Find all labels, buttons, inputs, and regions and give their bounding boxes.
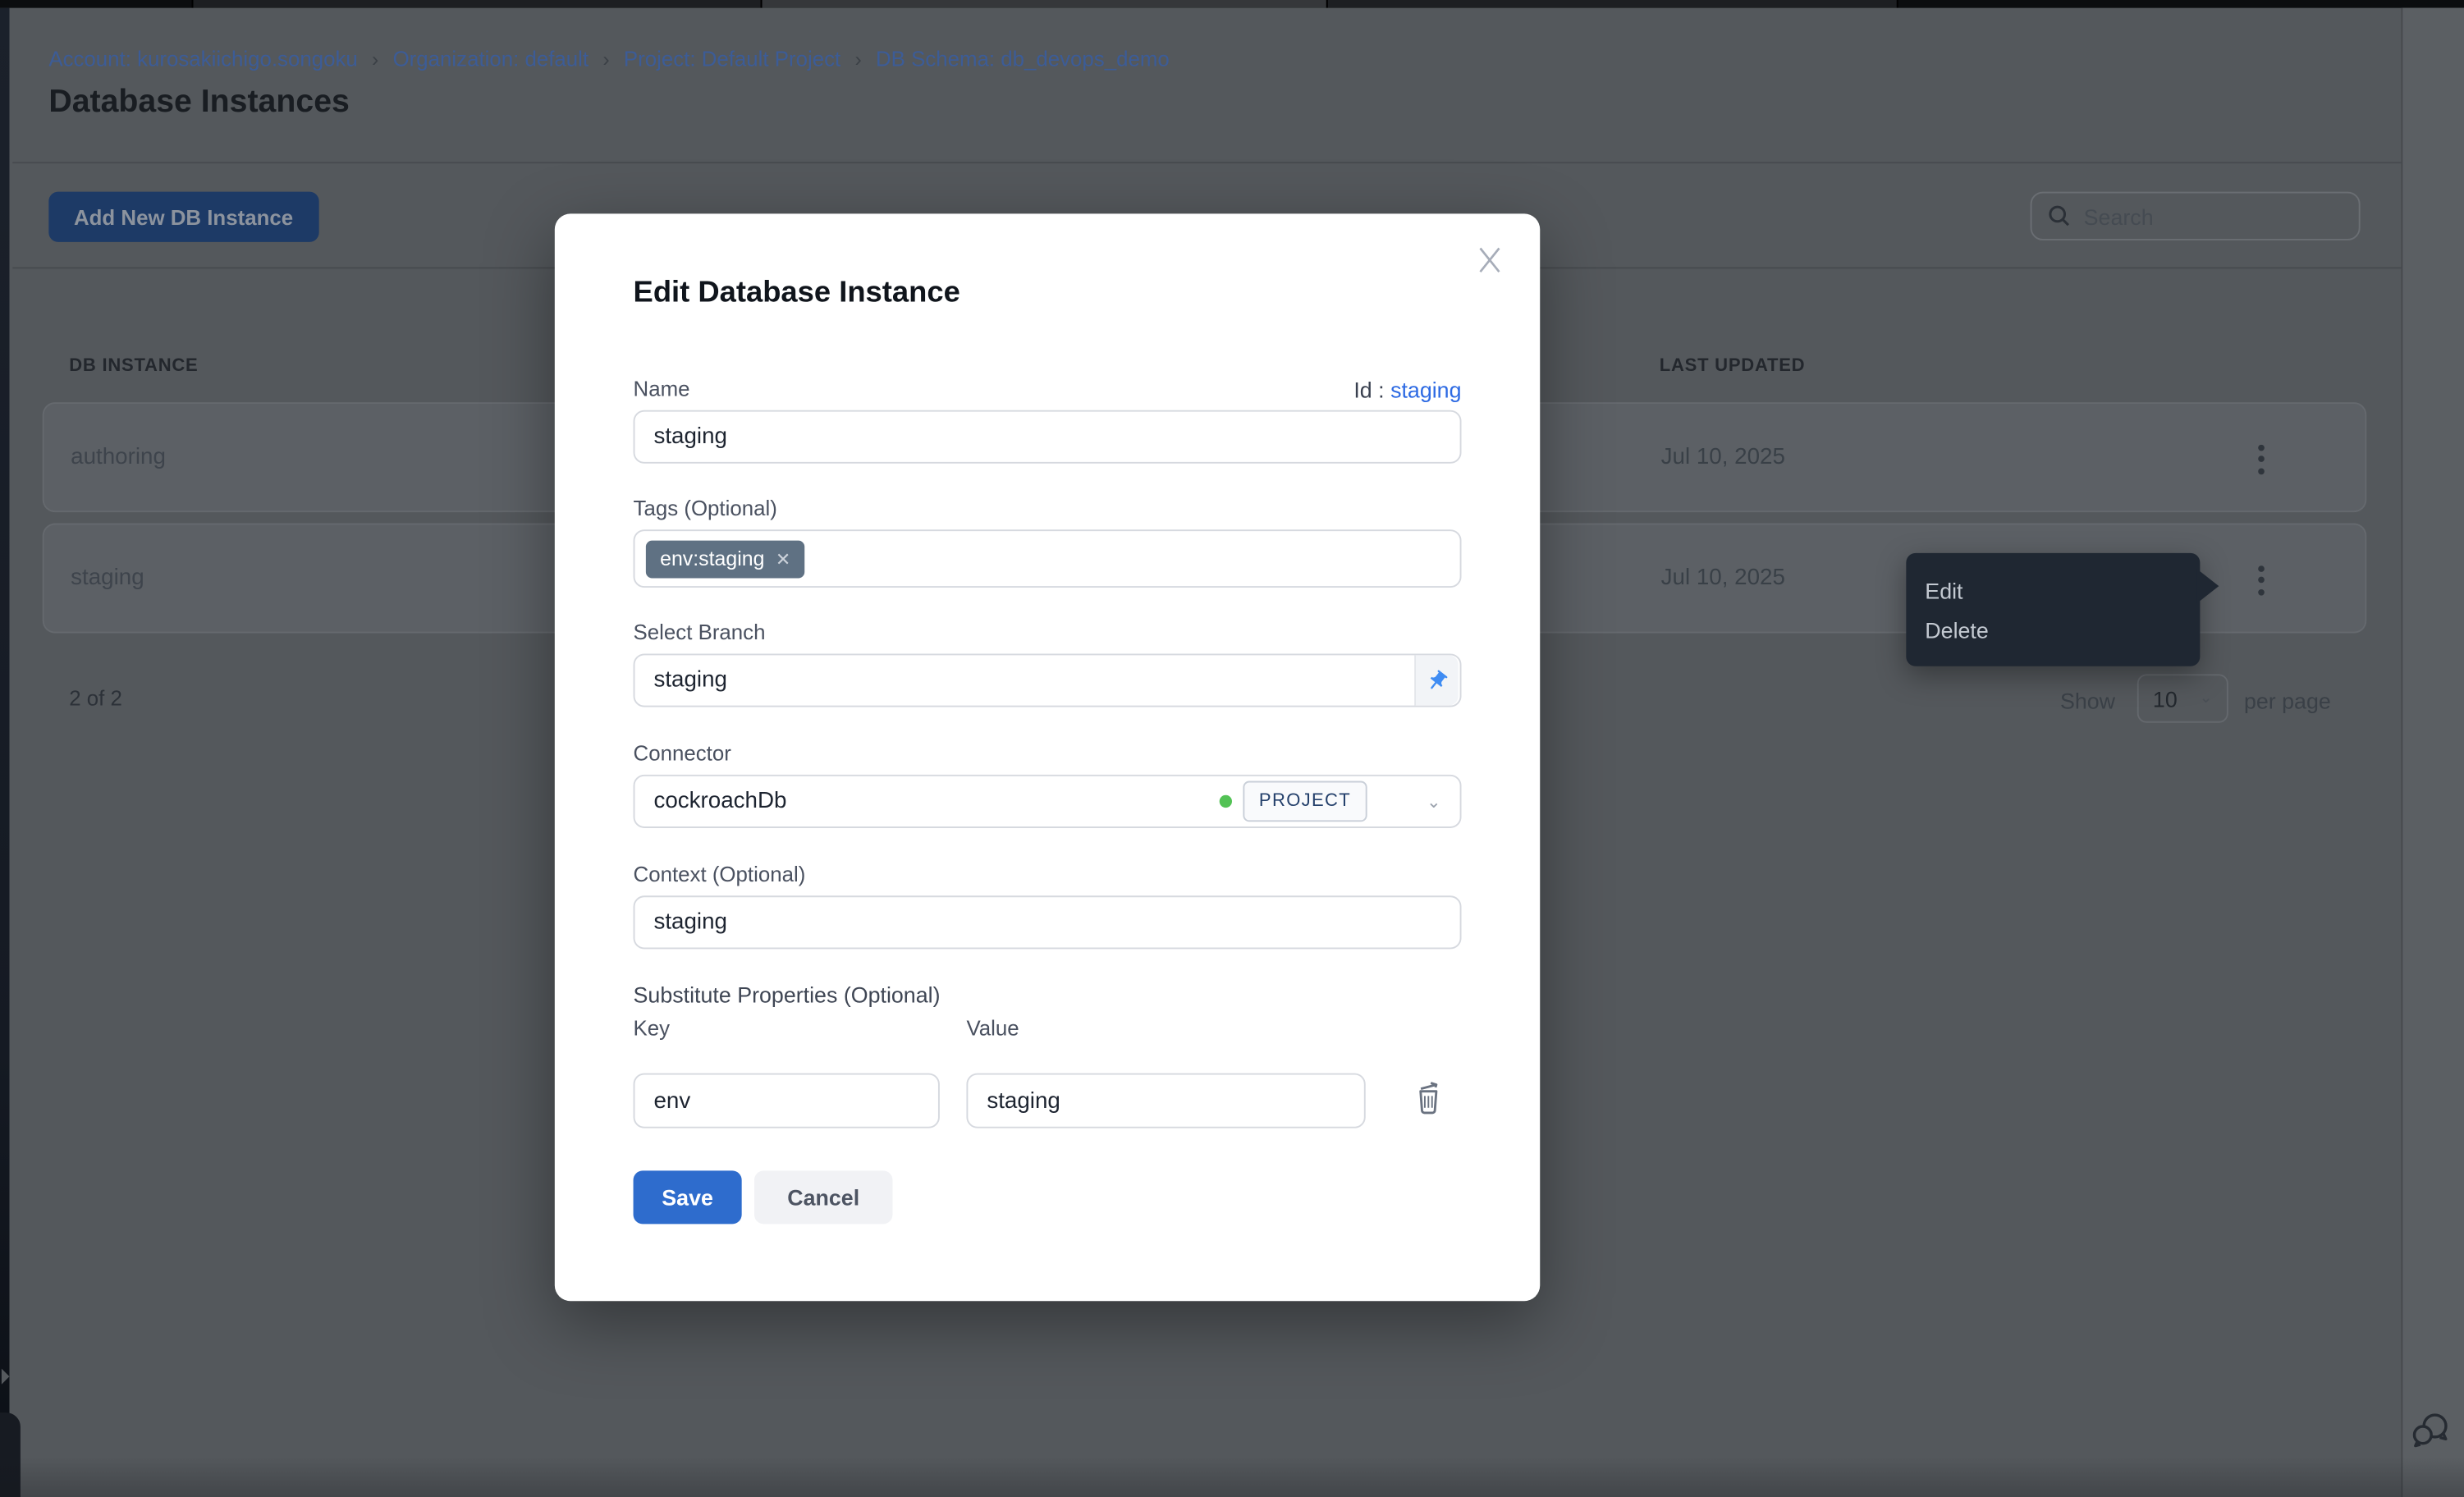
chip-remove-icon[interactable]: ✕ [776, 547, 790, 570]
pin-button[interactable] [1414, 655, 1459, 705]
tag-chip: env:staging ✕ [646, 540, 805, 578]
page-size-value: 10 [2153, 686, 2178, 712]
status-dot-icon [1220, 795, 1232, 808]
search-input[interactable] [2084, 204, 2320, 229]
browser-tab[interactable] [1898, 0, 2464, 8]
page-size-select[interactable]: 10 ⌄ [2137, 674, 2228, 722]
chevron-down-icon: ⌄ [2200, 689, 2213, 707]
context-menu-arrow [2197, 569, 2219, 603]
branch-value: staging [634, 668, 1414, 694]
cancel-button[interactable]: Cancel [754, 1170, 892, 1224]
value-label: Value [966, 1017, 1019, 1041]
tags-field[interactable]: env:staging ✕ [634, 529, 1462, 588]
edit-db-instance-modal: Edit Database Instance Name Id : staging… [555, 213, 1540, 1301]
chevron-right-icon: › [602, 47, 609, 71]
id-label: Id : [1353, 377, 1384, 402]
screen: Account: kurosakiichigo.songoku › Organi… [0, 0, 2464, 1497]
tags-label: Tags (Optional) [634, 497, 777, 520]
header-divider [12, 162, 2401, 163]
branch-label: Select Branch [634, 620, 766, 644]
name-label: Name [634, 377, 690, 401]
window-bottom-left-corner [0, 1412, 21, 1497]
window-left-edge [0, 8, 9, 1497]
breadcrumb-project-link[interactable]: Project: Default Project [624, 47, 840, 71]
breadcrumb-organization-link[interactable]: Organization: default [393, 47, 589, 71]
name-field[interactable] [634, 410, 1462, 464]
context-label: Context (Optional) [634, 863, 806, 886]
add-db-instance-button[interactable]: Add New DB Instance [48, 192, 318, 242]
db-instance-name: staging [71, 565, 144, 591]
breadcrumb-account-link[interactable]: Account: kurosakiichigo.songoku [48, 47, 357, 71]
context-field[interactable] [634, 895, 1462, 949]
page-title: Database Instances [48, 83, 350, 121]
breadcrumb-schema-link[interactable]: DB Schema: db_devops_demo [876, 47, 1170, 71]
connector-value: cockroachDb [653, 789, 1220, 814]
trash-icon[interactable] [1411, 1078, 1445, 1115]
browser-tab[interactable] [193, 0, 760, 8]
id-value-link[interactable]: staging [1390, 377, 1461, 402]
per-page-label: per page [2244, 689, 2331, 714]
bottom-shade [0, 1457, 2464, 1497]
column-header-db-instance: DB INSTANCE [69, 357, 198, 376]
column-header-last-updated: LAST UPDATED [1660, 357, 1806, 376]
modal-title: Edit Database Instance [634, 277, 960, 311]
substitute-key-field[interactable] [634, 1074, 940, 1128]
last-updated-value: Jul 10, 2025 [1661, 565, 1785, 591]
search-box [2031, 192, 2361, 240]
search-icon [2048, 204, 2072, 228]
support-chat-icon[interactable] [2409, 1409, 2452, 1452]
close-icon[interactable] [1474, 244, 1505, 275]
save-button[interactable]: Save [634, 1170, 742, 1224]
connector-select[interactable]: cockroachDb PROJECT ⌄ [634, 775, 1462, 828]
row-context-menu: Edit Delete [1906, 553, 2200, 666]
scroll-gutter[interactable] [2401, 8, 2464, 1497]
context-menu-edit[interactable]: Edit [1925, 578, 2181, 603]
row-actions-kebab-icon[interactable] [2251, 560, 2273, 601]
context-menu-delete[interactable]: Delete [1925, 616, 2181, 642]
tag-chip-text: env:staging [660, 547, 764, 570]
substitute-value-field[interactable] [966, 1074, 1365, 1128]
drawer-handle-icon[interactable] [2, 1369, 10, 1385]
chevron-right-icon: › [854, 47, 861, 71]
chevron-right-icon: › [372, 47, 378, 71]
breadcrumb: Account: kurosakiichigo.songoku › Organi… [48, 47, 1169, 71]
browser-tab[interactable] [0, 0, 192, 8]
row-actions-kebab-icon[interactable] [2251, 438, 2273, 479]
show-label: Show [2060, 689, 2115, 714]
db-instance-name: authoring [71, 445, 166, 470]
browser-tab[interactable] [1328, 0, 1897, 8]
key-label: Key [634, 1017, 671, 1041]
branch-field[interactable]: staging [634, 653, 1462, 707]
browser-tab-active[interactable] [763, 0, 1326, 8]
scope-badge: PROJECT [1243, 781, 1367, 822]
row-count: 2 of 2 [69, 687, 122, 711]
substitute-properties-label: Substitute Properties (Optional) [634, 982, 941, 1008]
browser-tab-strip [0, 0, 2464, 8]
chevron-down-icon: ⌄ [1427, 791, 1441, 812]
connector-label: Connector [634, 742, 731, 766]
last-updated-value: Jul 10, 2025 [1661, 445, 1785, 470]
instance-id: Id : staging [1353, 377, 1461, 402]
